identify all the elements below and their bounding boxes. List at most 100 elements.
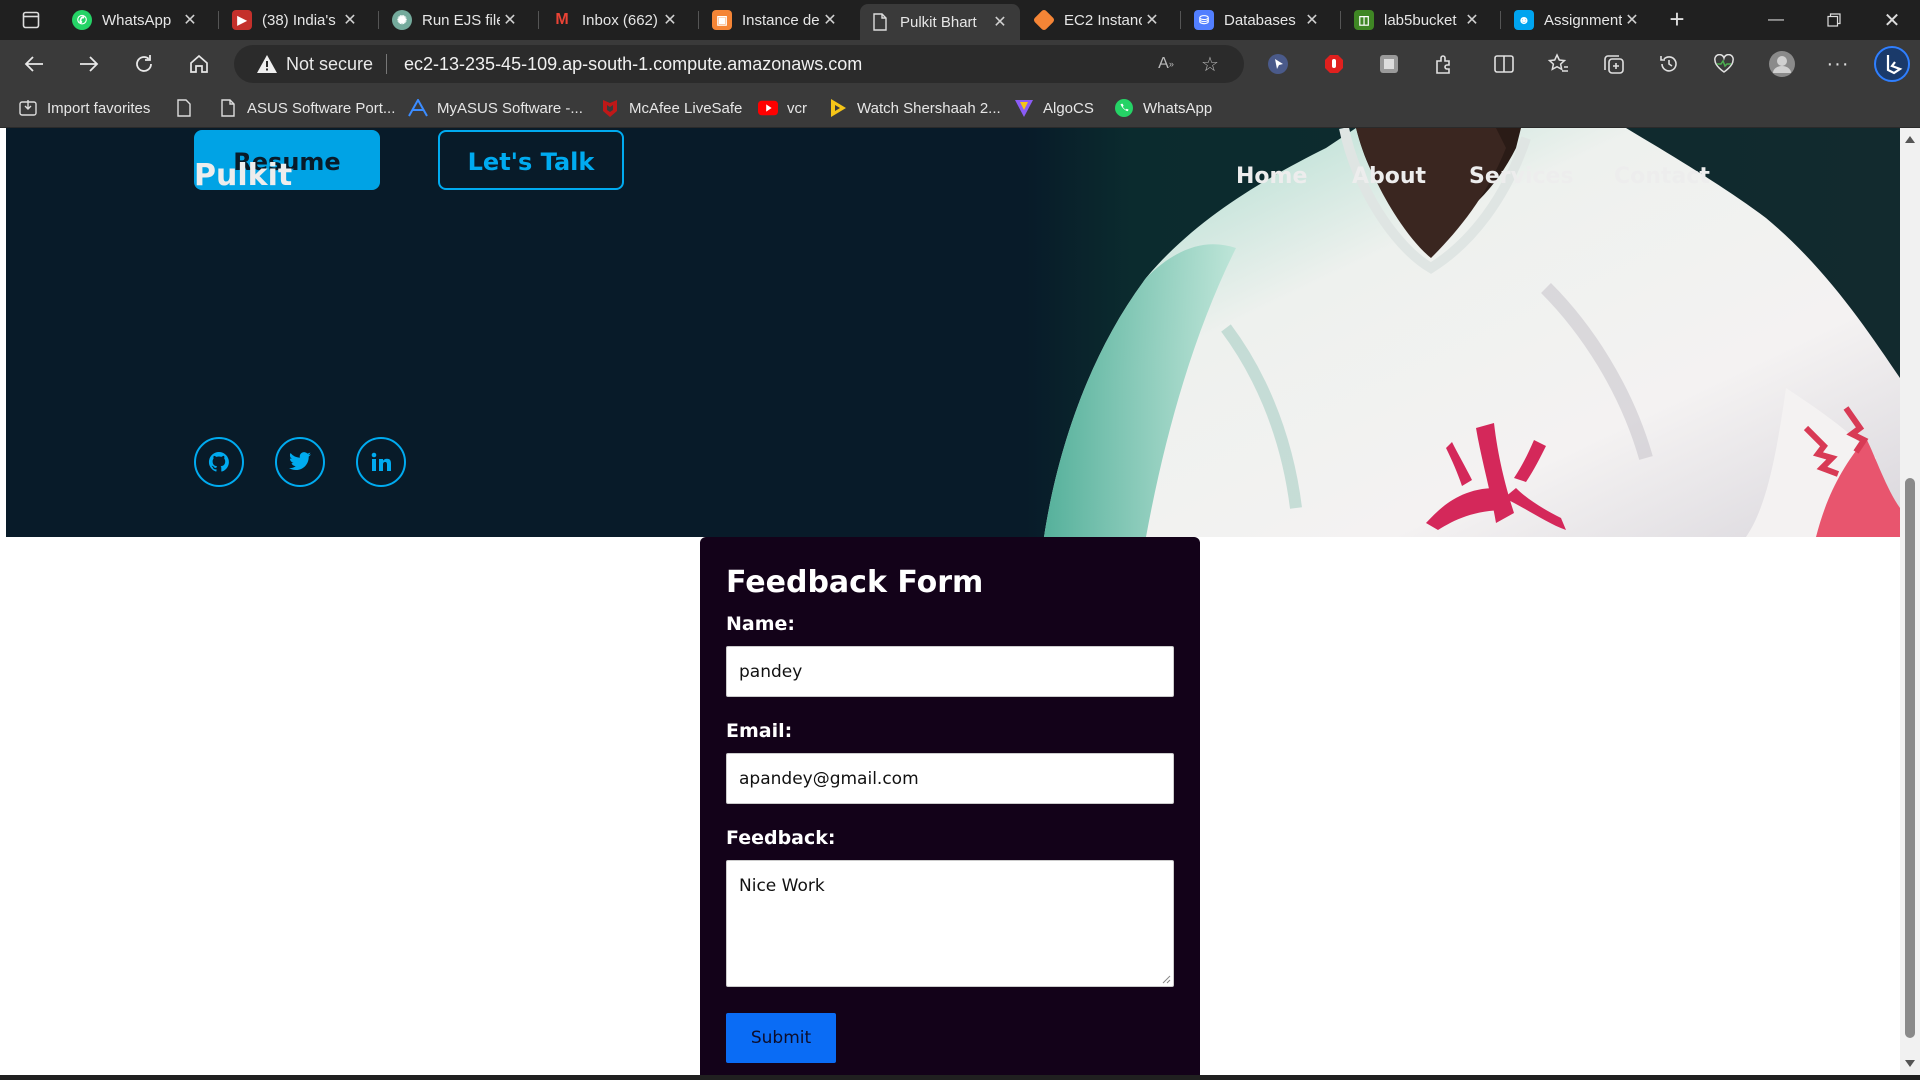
nav-about[interactable]: About bbox=[1352, 164, 1426, 189]
address-bar[interactable]: Not secure ec2-13-235-45-109.ap-south-1.… bbox=[234, 45, 1244, 83]
bing-copilot-icon[interactable] bbox=[1874, 46, 1910, 82]
history-icon[interactable] bbox=[1655, 50, 1683, 78]
scroll-up-icon[interactable] bbox=[1905, 136, 1915, 143]
favorite-asus-portal[interactable]: ASUS Software Port... bbox=[218, 96, 395, 120]
name-input[interactable]: pandey bbox=[726, 646, 1174, 697]
extension-puzzle-grey-icon[interactable] bbox=[1375, 50, 1403, 78]
tab-chatgpt[interactable]: ✺ Run EJS file ✕ bbox=[382, 4, 530, 36]
nav-home[interactable]: Home bbox=[1236, 164, 1307, 189]
scroll-down-icon[interactable] bbox=[1905, 1060, 1915, 1067]
youtube-icon: ▶ bbox=[232, 10, 252, 30]
import-icon bbox=[18, 98, 38, 118]
security-status[interactable]: Not secure bbox=[286, 54, 373, 75]
minimize-icon[interactable]: — bbox=[1748, 0, 1804, 40]
feedback-form: Feedback Form Name: pandey Email: apande… bbox=[700, 537, 1200, 1075]
resize-handle-icon[interactable] bbox=[1161, 974, 1171, 984]
tab-assignment[interactable]: ☻ Assignment ✕ bbox=[1504, 4, 1652, 36]
favorite-star-icon[interactable]: ☆ bbox=[1198, 53, 1222, 76]
rds-icon: ⛁ bbox=[1194, 10, 1214, 30]
feedback-textarea[interactable]: Nice Work bbox=[726, 860, 1174, 987]
scroll-thumb[interactable] bbox=[1905, 478, 1915, 1038]
tab-label: (38) India's bbox=[262, 11, 336, 29]
whatsapp-icon: ✆ bbox=[72, 10, 92, 30]
back-button[interactable] bbox=[16, 48, 52, 80]
close-icon[interactable]: ✕ bbox=[1462, 10, 1482, 30]
close-icon[interactable]: ✕ bbox=[500, 10, 520, 30]
profile-avatar-icon[interactable] bbox=[1768, 50, 1796, 78]
lets-talk-button[interactable]: Let's Talk bbox=[438, 130, 624, 190]
feedback-label: Feedback: bbox=[726, 827, 836, 849]
extension-cursor-icon[interactable] bbox=[1264, 50, 1292, 78]
favorite-algocs[interactable]: AlgoCS bbox=[1014, 96, 1094, 120]
favorite-label: vcr bbox=[787, 99, 807, 117]
favorite-watch-shershaah[interactable]: Watch Shershaah 2... bbox=[828, 96, 1001, 120]
tab-label: lab5bucket bbox=[1384, 11, 1457, 29]
close-icon[interactable]: ✕ bbox=[340, 10, 360, 30]
twitter-icon[interactable] bbox=[275, 437, 325, 487]
page-icon bbox=[218, 98, 238, 118]
algocs-icon bbox=[1014, 98, 1034, 118]
site-logo[interactable]: Pulkit bbox=[194, 158, 292, 193]
tab-ec2-instances[interactable]: EC2 Instanc ✕ bbox=[1024, 4, 1172, 36]
forward-button[interactable] bbox=[71, 48, 107, 80]
browser-toolbar: Not secure ec2-13-235-45-109.ap-south-1.… bbox=[0, 40, 1920, 88]
close-icon[interactable]: ✕ bbox=[1622, 10, 1642, 30]
favorite-mcafee[interactable]: McAfee LiveSafe bbox=[600, 96, 742, 120]
new-tab-button[interactable]: + bbox=[1662, 6, 1692, 34]
submit-button[interactable]: Submit bbox=[726, 1013, 836, 1063]
close-icon[interactable]: ✕ bbox=[180, 10, 200, 30]
nav-contact[interactable]: Contact bbox=[1614, 164, 1710, 189]
email-input[interactable]: apandey@gmail.com bbox=[726, 753, 1174, 804]
hero-section: Resume Let's Talk Pulkit Home About Serv… bbox=[6, 128, 1900, 537]
home-button[interactable] bbox=[181, 48, 217, 80]
close-window-icon[interactable]: ✕ bbox=[1864, 0, 1920, 40]
favorite-import[interactable]: Import favorites bbox=[18, 96, 150, 120]
split-screen-icon[interactable] bbox=[1490, 50, 1518, 78]
ec2-icon bbox=[1032, 8, 1056, 32]
close-icon[interactable]: ✕ bbox=[1302, 10, 1322, 30]
extension-adblock-icon[interactable] bbox=[1320, 50, 1348, 78]
tab-whatsapp[interactable]: ✆ WhatsApp ✕ bbox=[62, 4, 210, 36]
close-icon[interactable]: ✕ bbox=[660, 10, 680, 30]
warning-icon[interactable] bbox=[256, 54, 278, 79]
page-icon bbox=[174, 98, 194, 118]
favorite-vcr[interactable]: vcr bbox=[758, 96, 807, 120]
favorites-icon[interactable] bbox=[1544, 50, 1572, 78]
window-bottom-edge bbox=[0, 1075, 1920, 1080]
linkedin-icon[interactable] bbox=[356, 437, 406, 487]
performance-icon[interactable] bbox=[1710, 50, 1738, 78]
tab-label: Instance de bbox=[742, 11, 820, 29]
tab-lab5bucket[interactable]: ◫ lab5bucket ✕ bbox=[1344, 4, 1492, 36]
github-icon[interactable] bbox=[194, 437, 244, 487]
tab-databases[interactable]: ⛁ Databases ✕ bbox=[1184, 4, 1332, 36]
favorite-myasus[interactable]: MyASUS Software -... bbox=[408, 96, 583, 120]
favorite-separator bbox=[174, 96, 203, 120]
tab-pulkit-bharti-active[interactable]: Pulkit Bhart ✕ bbox=[860, 4, 1020, 40]
email-label: Email: bbox=[726, 720, 793, 742]
profile-photo bbox=[1026, 128, 1900, 537]
tab-label: EC2 Instanc bbox=[1064, 11, 1142, 29]
refresh-button[interactable] bbox=[126, 48, 162, 80]
feedback-text: Nice Work bbox=[739, 876, 825, 896]
tab-instance-details[interactable]: ▣ Instance de ✕ bbox=[702, 4, 850, 36]
favorite-whatsapp[interactable]: WhatsApp bbox=[1114, 96, 1212, 120]
restore-icon[interactable] bbox=[1806, 0, 1862, 40]
close-icon[interactable]: ✕ bbox=[990, 12, 1010, 32]
tab-actions-icon[interactable] bbox=[14, 8, 48, 32]
read-aloud-icon[interactable]: A» bbox=[1154, 53, 1178, 75]
tab-youtube[interactable]: ▶ (38) India's ✕ bbox=[222, 4, 370, 36]
collections-icon[interactable] bbox=[1600, 50, 1628, 78]
tab-gmail[interactable]: M Inbox (662) ✕ bbox=[542, 4, 690, 36]
page-scrollbar[interactable] bbox=[1900, 128, 1920, 1075]
more-options-icon[interactable]: ··· bbox=[1824, 50, 1852, 78]
favorite-label: Import favorites bbox=[47, 99, 151, 117]
favorite-label: AlgoCS bbox=[1043, 99, 1094, 117]
page-icon bbox=[870, 12, 890, 32]
close-icon[interactable]: ✕ bbox=[820, 10, 840, 30]
nav-services[interactable]: Services bbox=[1469, 164, 1574, 189]
form-title: Feedback Form bbox=[726, 565, 984, 600]
close-icon[interactable]: ✕ bbox=[1142, 10, 1162, 30]
extensions-icon[interactable] bbox=[1430, 50, 1458, 78]
url-text[interactable]: ec2-13-235-45-109.ap-south-1.compute.ama… bbox=[404, 54, 862, 75]
myasus-icon bbox=[408, 98, 428, 118]
